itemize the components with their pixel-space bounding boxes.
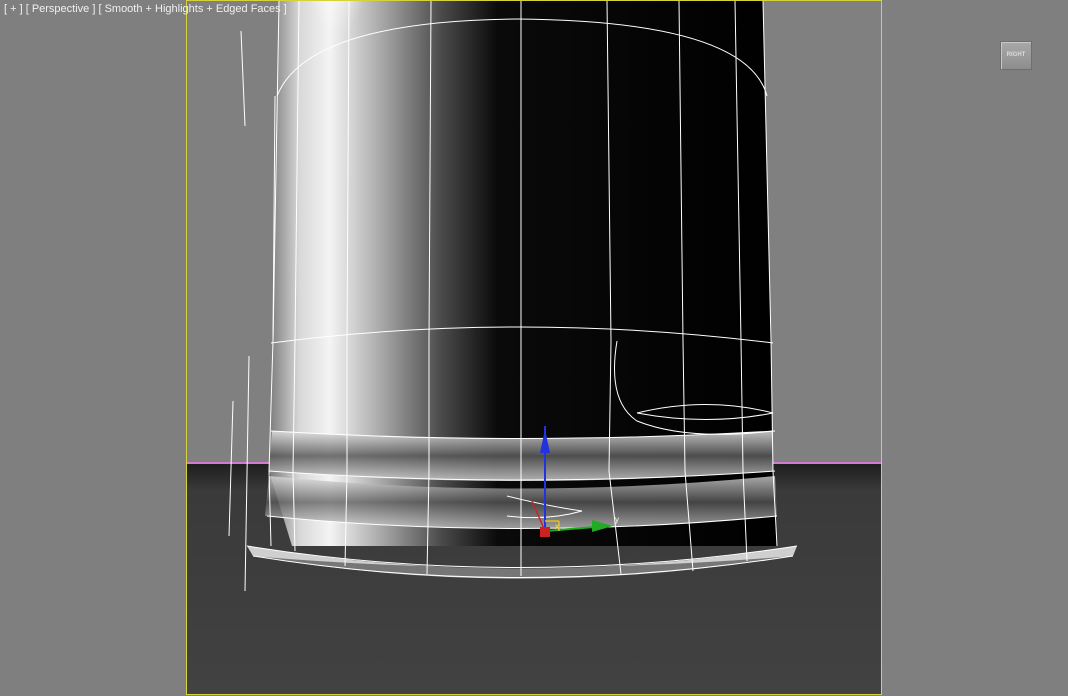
gizmo-label-x: x — [555, 522, 559, 531]
scene-render[interactable]: x y — [187, 1, 881, 695]
safe-frame: x y — [186, 0, 882, 695]
perspective-viewport[interactable]: [ + ] [ Perspective ] [ Smooth + Highlig… — [0, 0, 1068, 696]
gizmo-label-y: y — [615, 515, 619, 524]
viewcube-icon[interactable]: RIGHT — [997, 38, 1033, 70]
viewport-label[interactable]: [ + ] [ Perspective ] [ Smooth + Highlig… — [4, 3, 287, 15]
viewcube-face[interactable]: RIGHT — [1000, 41, 1032, 70]
